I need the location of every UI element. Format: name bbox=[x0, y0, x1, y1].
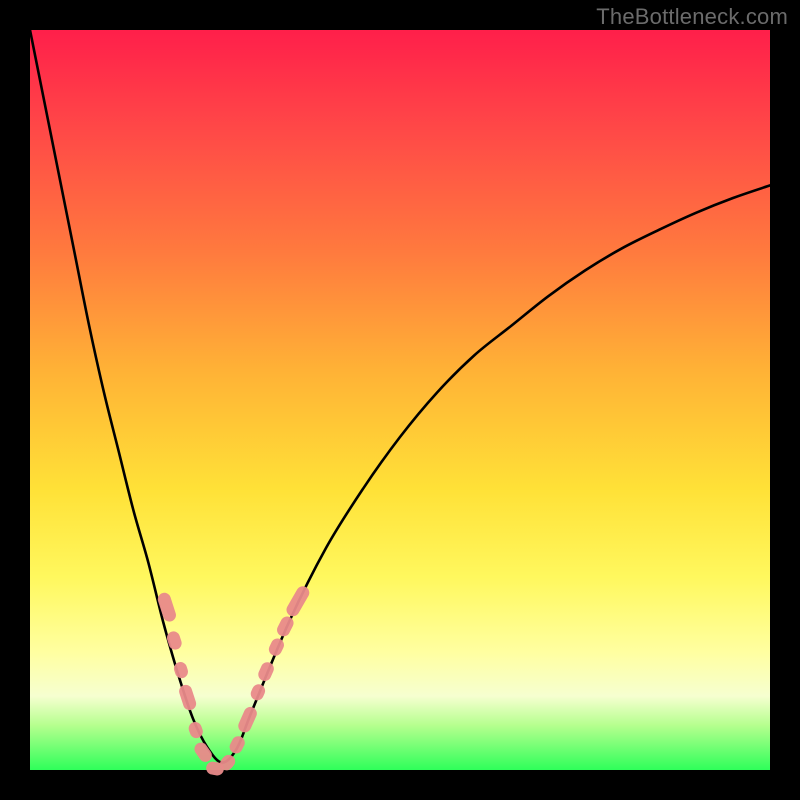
outer-frame: TheBottleneck.com bbox=[0, 0, 800, 800]
marker-pill bbox=[256, 660, 276, 683]
watermark-text: TheBottleneck.com bbox=[596, 4, 788, 30]
marker-pill bbox=[267, 636, 286, 658]
marker-pill bbox=[236, 705, 259, 735]
chart-svg bbox=[30, 30, 770, 770]
marker-pill bbox=[165, 630, 183, 652]
marker-pill bbox=[192, 740, 215, 764]
marker-pill bbox=[177, 683, 197, 712]
marker-pill bbox=[284, 584, 312, 619]
bottleneck-curve bbox=[30, 30, 770, 763]
plot-area bbox=[30, 30, 770, 770]
marker-pill bbox=[227, 734, 247, 756]
marker-pill bbox=[275, 614, 296, 638]
marker-pill bbox=[249, 682, 267, 702]
